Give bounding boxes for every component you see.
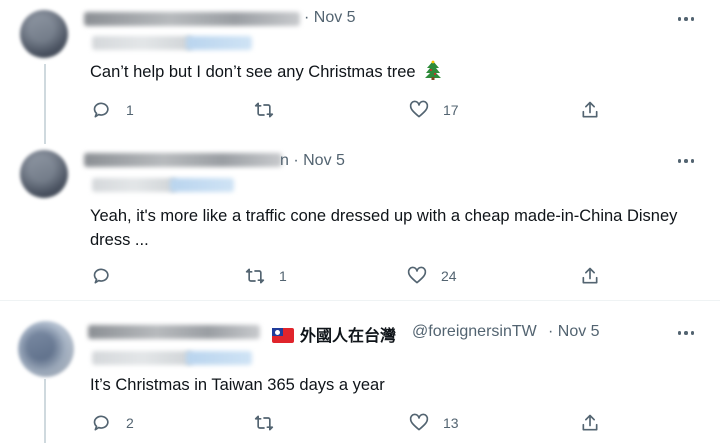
tweet-date[interactable]: · Nov 5 [548, 323, 600, 341]
blurred-reply-context [92, 178, 176, 192]
tweet-date[interactable]: n · Nov 5 [280, 152, 345, 170]
tweet-text-content: Can’t help but I don’t see any Christmas… [90, 63, 416, 81]
share-icon [582, 414, 598, 431]
reply-button[interactable] [92, 266, 126, 286]
like-button[interactable]: 13 [409, 413, 459, 433]
retweet-icon [254, 102, 274, 118]
like-count: 13 [443, 415, 459, 431]
avatar[interactable] [20, 150, 68, 198]
blurred-display-name [84, 12, 300, 26]
share-icon [582, 267, 598, 284]
tweet[interactable]: n · Nov 5 Yeah, it's more like a traffic… [0, 140, 720, 300]
retweet-button[interactable] [254, 100, 288, 120]
tweet-text: Can’t help but I don’t see any Christmas… [90, 60, 690, 84]
blurred-mention [186, 36, 252, 50]
blurred-display-name [84, 153, 282, 167]
tweet-text: It’s Christmas in Taiwan 365 days a year [90, 376, 385, 394]
retweet-button[interactable] [254, 413, 288, 433]
more-options-button[interactable] [676, 9, 696, 29]
retweet-button[interactable]: 1 [245, 266, 287, 286]
reply-icon [93, 102, 109, 118]
reply-count: 1 [126, 102, 134, 118]
more-options-button[interactable] [676, 151, 696, 171]
heart-icon [407, 266, 427, 284]
reply-icon [93, 268, 109, 284]
avatar[interactable] [20, 10, 68, 58]
taiwan-flag-icon [272, 328, 294, 343]
thread-line [44, 379, 46, 443]
share-button[interactable] [580, 413, 600, 433]
blurred-reply-context [92, 351, 192, 365]
tweet[interactable]: · Nov 5 Can’t help but I don’t see any C… [0, 0, 720, 144]
tweet-text: Yeah, it's more like a traffic cone dres… [90, 207, 678, 249]
thread-line [44, 64, 46, 144]
heart-icon [409, 413, 429, 431]
display-name: 外國人在台灣 [300, 328, 397, 345]
like-count: 17 [443, 102, 459, 118]
reply-button[interactable]: 1 [92, 100, 134, 120]
more-options-button[interactable] [676, 323, 696, 343]
share-icon [582, 101, 598, 118]
blurred-mention [170, 178, 234, 192]
share-button[interactable] [580, 266, 600, 286]
author-name[interactable]: 外國人在台灣 [272, 322, 396, 346]
share-button[interactable] [580, 100, 600, 120]
author-handle[interactable]: @foreignersinTW [412, 323, 537, 341]
blurred-reply-context [92, 36, 192, 50]
tweet-date[interactable]: · Nov 5 [304, 9, 356, 27]
reply-count: 2 [126, 415, 134, 431]
retweet-icon [245, 268, 265, 284]
christmas-tree-icon [425, 60, 442, 80]
like-count: 24 [441, 268, 457, 284]
blurred-mention [186, 351, 252, 365]
tweet[interactable]: 外國人在台灣 @foreignersinTW · Nov 5 It’s Chri… [0, 300, 720, 443]
retweet-count: 1 [279, 268, 287, 284]
reply-button[interactable]: 2 [92, 413, 134, 433]
like-button[interactable]: 24 [407, 266, 457, 286]
blurred-display-name [88, 325, 260, 339]
reply-icon [93, 415, 109, 431]
retweet-icon [254, 415, 274, 431]
heart-icon [409, 100, 429, 118]
avatar[interactable] [18, 321, 74, 377]
like-button[interactable]: 17 [409, 100, 459, 120]
